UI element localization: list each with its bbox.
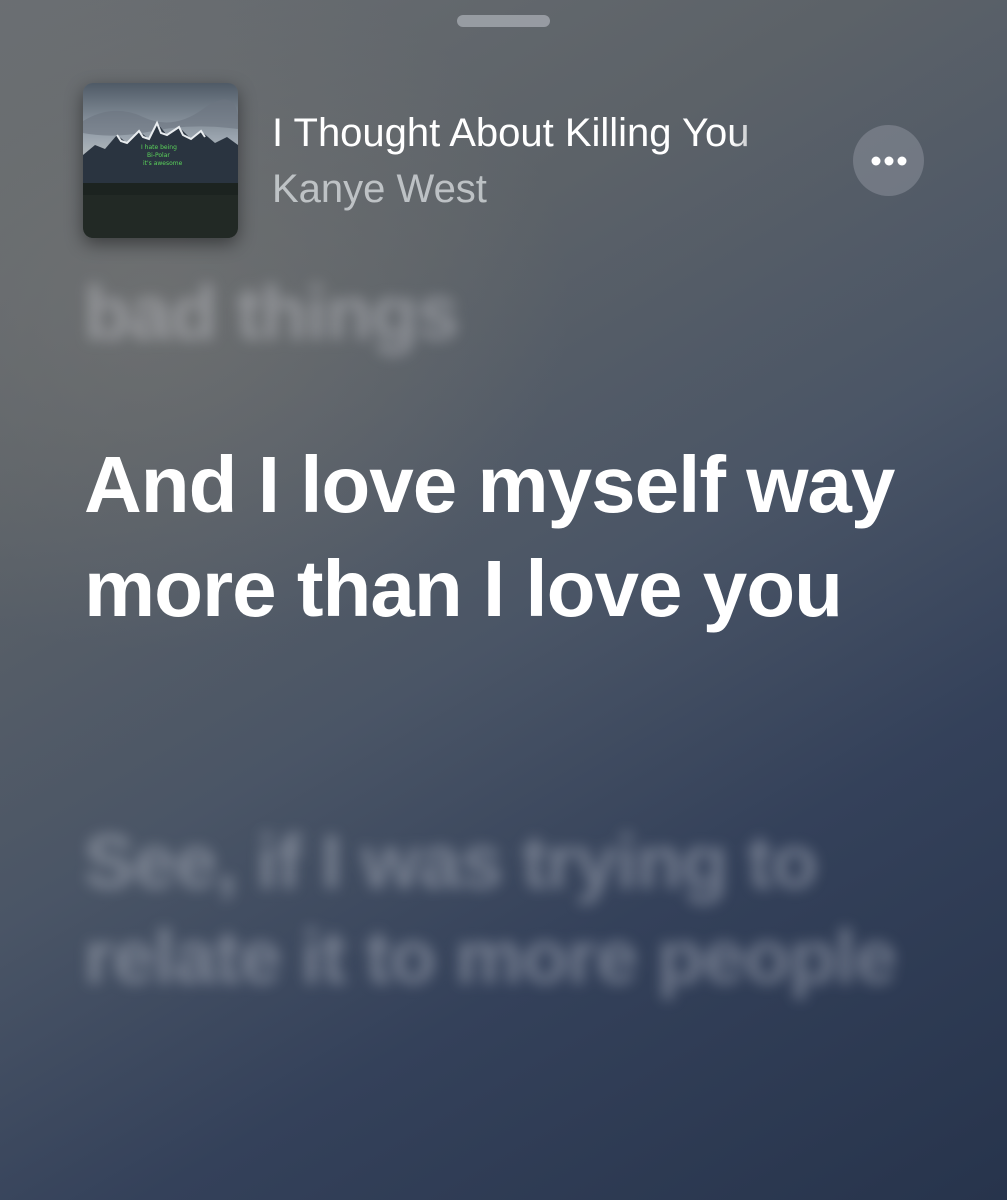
album-cover-text-3: it's awesome bbox=[143, 160, 183, 167]
sheet-grabber-handle[interactable] bbox=[457, 15, 550, 27]
ellipsis-icon bbox=[871, 156, 906, 165]
album-cover-text-2: Bi-Polar bbox=[147, 152, 170, 159]
lyric-line-current[interactable]: And I love myself way more than I love y… bbox=[84, 433, 964, 641]
lyric-line-previous[interactable]: bad things bbox=[84, 272, 459, 356]
more-options-button[interactable] bbox=[853, 125, 924, 196]
lyric-line-next[interactable]: See, if I was trying to relate it to mor… bbox=[84, 815, 944, 1005]
song-title[interactable]: I Thought About Killing You bbox=[272, 110, 792, 156]
album-cover-text-1: I hate being bbox=[141, 144, 177, 151]
album-cover-image: I hate being Bi-Polar it's awesome bbox=[83, 83, 238, 238]
album-art[interactable]: I hate being Bi-Polar it's awesome bbox=[83, 83, 238, 238]
artist-name[interactable]: Kanye West bbox=[272, 166, 487, 212]
